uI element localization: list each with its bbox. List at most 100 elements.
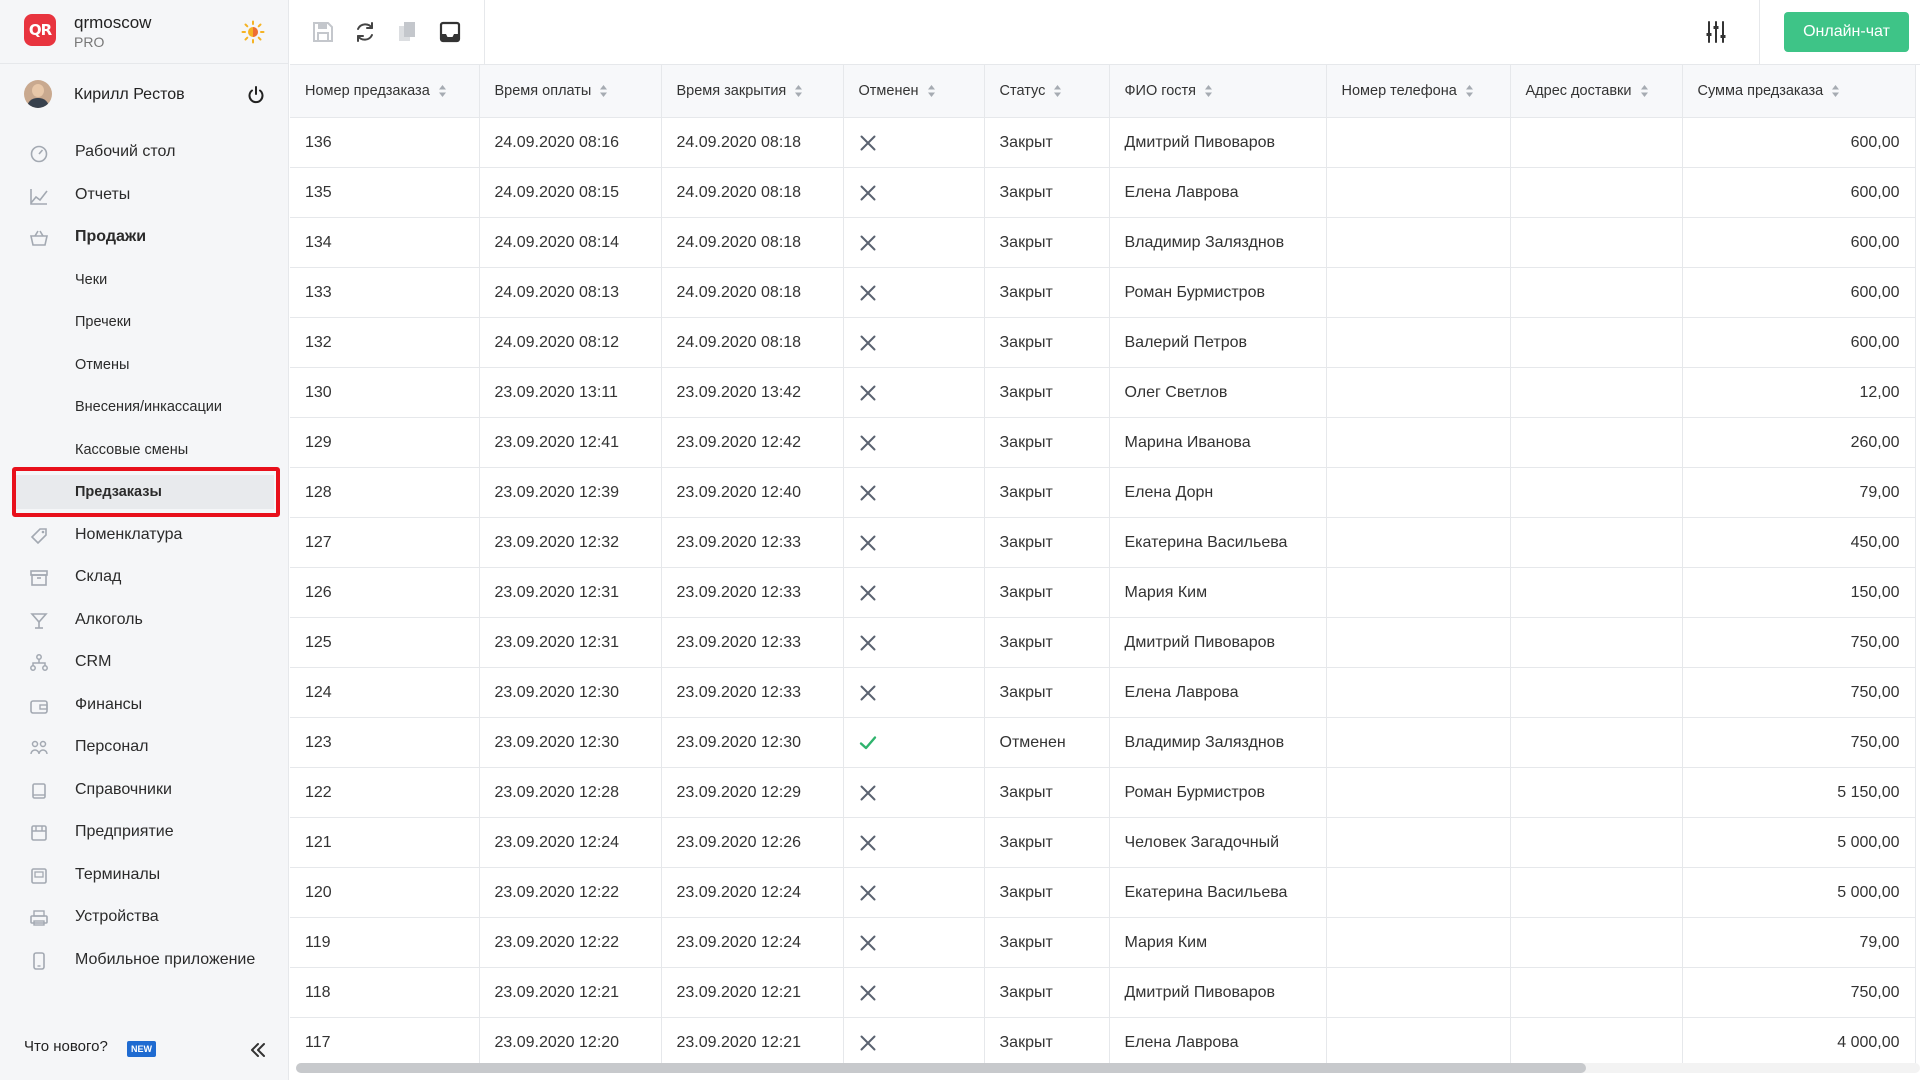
cell-id: 135 [290, 167, 480, 218]
app-logo[interactable]: QR [24, 14, 56, 46]
column-header[interactable]: Сумма предзаказа [1682, 65, 1916, 118]
table-row[interactable]: 125 23.09.2020 12:31 23.09.2020 12:33 Закры… [290, 617, 1916, 668]
cell-phone [1326, 667, 1511, 718]
nav-item-19[interactable]: Мобильное приложение [0, 939, 289, 982]
sort-icon[interactable] [1204, 84, 1213, 98]
cell-status: Закрыт [984, 817, 1110, 868]
nav-item-9[interactable]: Номенклатура [0, 514, 289, 557]
sort-icon[interactable] [1053, 84, 1062, 98]
table-row[interactable]: 124 23.09.2020 12:30 23.09.2020 12:33 Закры… [290, 667, 1916, 718]
sort-icon[interactable] [1640, 84, 1649, 98]
cell-paid: 23.09.2020 12:28 [479, 767, 662, 818]
cell-id: 133 [290, 267, 480, 318]
column-header[interactable]: Статус [984, 65, 1110, 118]
table-row[interactable]: 120 23.09.2020 12:22 23.09.2020 12:24 Закры… [290, 867, 1916, 918]
cross-icon [860, 185, 875, 200]
table-row[interactable]: 128 23.09.2020 12:39 23.09.2020 12:40 Закры… [290, 467, 1916, 518]
cell-status: Закрыт [984, 617, 1110, 668]
column-header[interactable]: Время оплаты [479, 65, 662, 118]
table-row[interactable]: 121 23.09.2020 12:24 23.09.2020 12:26 Закры… [290, 817, 1916, 868]
cell-sum: 600,00 [1682, 117, 1916, 168]
table-row[interactable]: 133 24.09.2020 08:13 24.09.2020 08:18 Закры… [290, 267, 1916, 318]
cell-phone [1326, 617, 1511, 668]
column-header[interactable]: Номер телефона [1326, 65, 1511, 118]
column-header[interactable]: Время закрытия [661, 65, 844, 118]
cell-sum: 750,00 [1682, 967, 1916, 1018]
collapse-sidebar-icon[interactable] [248, 1040, 268, 1060]
sun-icon[interactable] [241, 20, 265, 44]
cell-sum: 79,00 [1682, 917, 1916, 968]
nav-item-13[interactable]: Финансы [0, 684, 289, 727]
nav-item-16[interactable]: Предприятие [0, 811, 289, 854]
inbox-icon[interactable] [438, 20, 462, 44]
cell-address [1510, 567, 1683, 618]
nav-item-5[interactable]: Отмены [0, 344, 289, 387]
cell-cancelled [843, 367, 985, 418]
save-icon[interactable] [311, 20, 335, 44]
sort-icon[interactable] [1465, 84, 1474, 98]
table-row[interactable]: 123 23.09.2020 12:30 23.09.2020 12:30 Отмен… [290, 717, 1916, 768]
cell-cancelled [843, 767, 985, 818]
user-name[interactable]: Кирилл Рестов [74, 86, 185, 104]
nav-item-3[interactable]: Чеки [0, 259, 289, 302]
nav-item-6[interactable]: Внесения/инкассации [0, 386, 289, 429]
horizontal-scrollbar-thumb[interactable] [296, 1063, 1586, 1073]
nav-item-1[interactable]: Отчеты [0, 174, 289, 217]
nav-item-8[interactable]: Предзаказы [0, 471, 289, 514]
sort-icon[interactable] [438, 84, 447, 98]
table-row[interactable]: 127 23.09.2020 12:32 23.09.2020 12:33 Закры… [290, 517, 1916, 568]
cross-icon [860, 985, 875, 1000]
table-row[interactable]: 122 23.09.2020 12:28 23.09.2020 12:29 Закры… [290, 767, 1916, 818]
store-icon [31, 825, 47, 841]
cell-id: 132 [290, 317, 480, 368]
table-row[interactable]: 132 24.09.2020 08:12 24.09.2020 08:18 Закры… [290, 317, 1916, 368]
column-header[interactable]: Номер предзаказа [290, 65, 480, 118]
column-header[interactable]: ФИО гостя [1109, 65, 1327, 118]
nav-item-12[interactable]: CRM [0, 641, 289, 684]
table-row[interactable]: 129 23.09.2020 12:41 23.09.2020 12:42 Закры… [290, 417, 1916, 468]
table-row[interactable]: 130 23.09.2020 13:11 23.09.2020 13:42 Закры… [290, 367, 1916, 418]
column-settings-icon[interactable] [1704, 20, 1728, 44]
brand-header: QR qrmoscow PRO [0, 0, 289, 64]
table-row[interactable]: 117 23.09.2020 12:20 23.09.2020 12:21 Закры… [290, 1017, 1916, 1065]
table-row[interactable]: 134 24.09.2020 08:14 24.09.2020 08:18 Закры… [290, 217, 1916, 268]
sort-icon[interactable] [599, 84, 608, 98]
table-row[interactable]: 126 23.09.2020 12:31 23.09.2020 12:33 Закры… [290, 567, 1916, 618]
cell-phone [1326, 417, 1511, 468]
table-row[interactable]: 135 24.09.2020 08:15 24.09.2020 08:18 Закры… [290, 167, 1916, 218]
online-chat-button[interactable]: Онлайн-чат [1784, 12, 1909, 52]
copy-icon[interactable] [395, 20, 419, 44]
cell-address [1510, 767, 1683, 818]
nav-item-15[interactable]: Справочники [0, 769, 289, 812]
table-row[interactable]: 118 23.09.2020 12:21 23.09.2020 12:21 Закры… [290, 967, 1916, 1018]
nav-item-18[interactable]: Устройства [0, 896, 289, 939]
nav-item-17[interactable]: Терминалы [0, 854, 289, 897]
cell-closed: 23.09.2020 12:40 [661, 467, 844, 518]
cell-status: Закрыт [984, 667, 1110, 718]
table-row[interactable]: 136 24.09.2020 08:16 24.09.2020 08:18 Закры… [290, 117, 1916, 168]
cell-status: Закрыт [984, 767, 1110, 818]
nav-item-4[interactable]: Пречеки [0, 301, 289, 344]
nav-item-label: Устройства [75, 908, 159, 926]
whats-new-link[interactable]: Что нового? [24, 1038, 108, 1055]
avatar[interactable] [24, 80, 52, 108]
power-icon[interactable] [246, 85, 266, 105]
cross-icon [860, 135, 875, 150]
table-row[interactable]: 119 23.09.2020 12:22 23.09.2020 12:24 Закры… [290, 917, 1916, 968]
sort-icon[interactable] [1831, 84, 1840, 98]
terminal-icon [31, 867, 47, 884]
nav-item-14[interactable]: Персонал [0, 726, 289, 769]
column-header-label: Адрес доставки [1525, 83, 1632, 99]
nav-item-2[interactable]: Продажи [0, 216, 289, 259]
cross-icon [860, 385, 875, 400]
column-header[interactable]: Адрес доставки [1510, 65, 1683, 118]
column-header[interactable]: Отменен [843, 65, 985, 118]
nav-item-10[interactable]: Склад [0, 556, 289, 599]
nav-item-0[interactable]: Рабочий стол [0, 131, 289, 174]
sort-icon[interactable] [794, 84, 803, 98]
sort-icon[interactable] [927, 84, 936, 98]
nav-item-7[interactable]: Кассовые смены [0, 429, 289, 472]
sidebar: QR qrmoscow PRO Кирилл Рестов Рабочий ст… [0, 0, 289, 1080]
refresh-icon[interactable] [353, 20, 377, 44]
nav-item-11[interactable]: Алкоголь [0, 599, 289, 642]
